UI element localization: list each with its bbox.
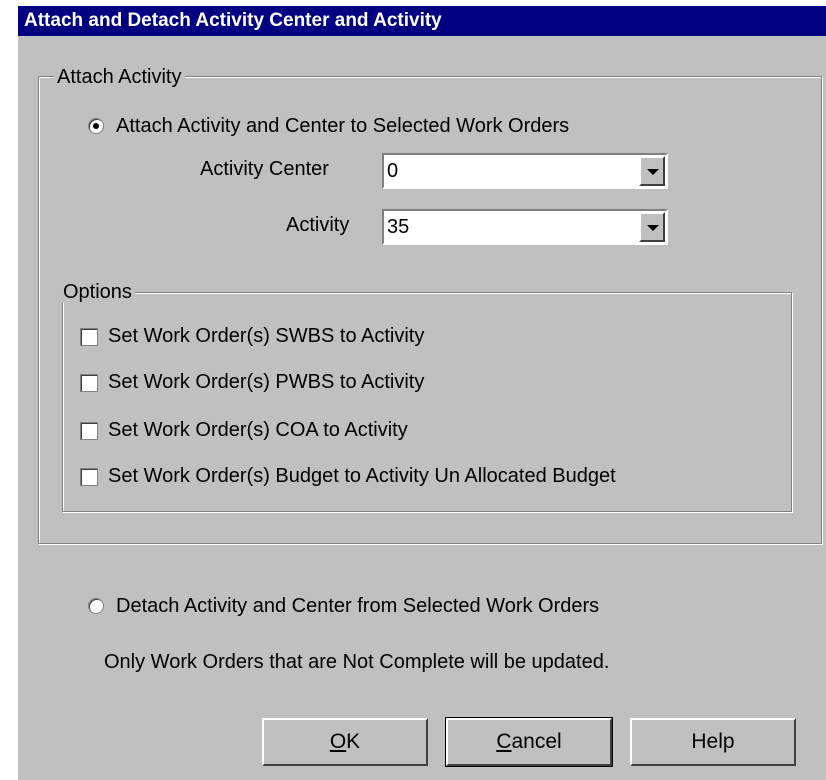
attach-activity-legend: Attach Activity	[54, 66, 185, 88]
cancel-mnemonic: C	[496, 730, 512, 753]
help-button[interactable]: Help	[630, 718, 796, 766]
swbs-checkbox[interactable]	[80, 328, 98, 346]
detach-radio-label[interactable]: Detach Activity and Center from Selected…	[116, 594, 599, 618]
swbs-checkbox-label[interactable]: Set Work Order(s) SWBS to Activity	[108, 324, 424, 348]
cancel-label-rest: ancel	[511, 730, 562, 753]
dialog-window: Attach and Detach Activity Center and Ac…	[18, 6, 826, 780]
pwbs-checkbox-label[interactable]: Set Work Order(s) PWBS to Activity	[108, 370, 424, 394]
coa-checkbox[interactable]	[80, 422, 98, 440]
activity-center-value: 0	[387, 160, 399, 182]
activity-center-label: Activity Center	[200, 158, 329, 180]
options-legend: Options	[60, 281, 135, 303]
budget-checkbox[interactable]	[80, 468, 98, 486]
attach-radio-label[interactable]: Attach Activity and Center to Selected W…	[116, 114, 569, 138]
pwbs-checkbox[interactable]	[80, 374, 98, 392]
radio-selected-dot	[93, 123, 99, 129]
chevron-down-icon	[647, 169, 659, 175]
attach-radio[interactable]	[88, 118, 104, 134]
coa-checkbox-label[interactable]: Set Work Order(s) COA to Activity	[108, 418, 408, 442]
activity-value: 35	[387, 216, 410, 238]
title-bar[interactable]: Attach and Detach Activity Center and Ac…	[18, 6, 826, 36]
activity-combo[interactable]: 35	[382, 209, 668, 245]
ok-button[interactable]: OK	[262, 718, 428, 766]
activity-dropdown-button[interactable]	[639, 212, 665, 242]
activity-center-dropdown-button[interactable]	[639, 156, 665, 186]
ok-label-rest: K	[346, 730, 361, 753]
chevron-down-icon	[647, 225, 659, 231]
help-label: Help	[691, 730, 735, 753]
cancel-button[interactable]: Cancel	[445, 717, 613, 767]
detach-radio[interactable]	[88, 598, 104, 614]
ok-mnemonic: O	[329, 730, 347, 753]
budget-checkbox-label[interactable]: Set Work Order(s) Budget to Activity Un …	[108, 464, 616, 488]
detach-note: Only Work Orders that are Not Complete w…	[104, 651, 610, 673]
window-title: Attach and Detach Activity Center and Ac…	[24, 10, 442, 31]
activity-label: Activity	[286, 214, 350, 236]
activity-center-combo[interactable]: 0	[382, 153, 668, 189]
